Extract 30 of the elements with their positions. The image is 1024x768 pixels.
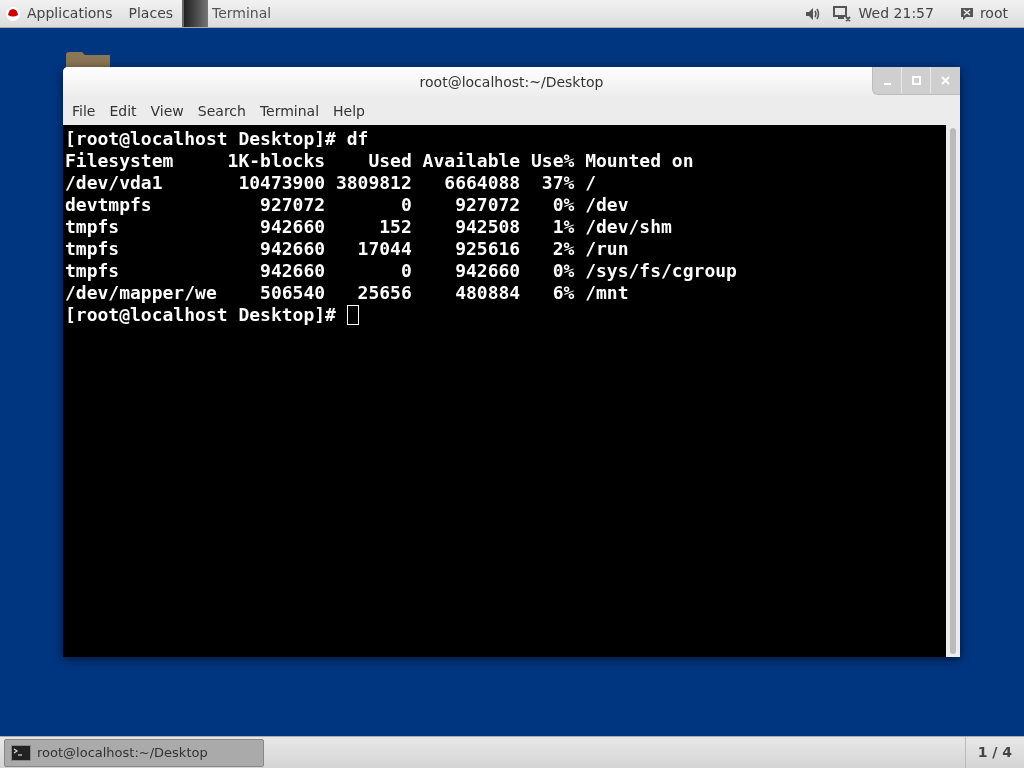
terminal-line: /dev/vda1 10473900 3809812 6664088 37% / xyxy=(65,172,596,194)
user-name[interactable]: root xyxy=(979,3,1008,24)
user-icon xyxy=(959,6,974,21)
menu-item[interactable]: Edit xyxy=(102,101,144,122)
top-menu[interactable]: Places xyxy=(128,3,174,24)
text-cursor xyxy=(346,305,359,325)
menu-item[interactable]: Help xyxy=(326,101,372,122)
clock[interactable]: Wed 21:57 xyxy=(858,3,934,24)
close-icon xyxy=(941,76,950,85)
terminal-line: devtmpfs 927072 0 927072 0% /dev xyxy=(65,194,629,216)
terminal-line: [root@localhost Desktop]# xyxy=(65,304,337,326)
menu-item[interactable]: View xyxy=(143,101,191,122)
terminal-line: tmpfs 942660 17044 925616 2% /run xyxy=(65,238,629,260)
menu-item[interactable]: File xyxy=(65,101,103,122)
menu-item[interactable]: Search xyxy=(190,101,253,122)
menu-item[interactable]: Terminal xyxy=(252,101,327,122)
scrollbar[interactable] xyxy=(946,125,960,657)
terminal-line: [root@localhost Desktop]# df xyxy=(65,128,369,150)
workspace-indicator[interactable]: 1 / 4 xyxy=(964,737,1024,768)
hat-logo-icon xyxy=(6,6,20,21)
terminal-line: /dev/mapper/we 506540 25656 480884 6% /mnt xyxy=(65,282,629,304)
terminal-line: Filesystem 1K-blocks Used Available Use% Mounted on xyxy=(65,150,694,172)
top-menu[interactable]: Applications xyxy=(27,3,113,24)
terminal-line: tmpfs 942660 152 942508 1% /dev/shm xyxy=(65,216,672,238)
network-icon xyxy=(832,5,851,22)
terminal-line: tmpfs 942660 0 942660 0% /sys/fs/cgroup xyxy=(65,260,737,282)
window-title: root@localhost:~/Desktop xyxy=(419,73,604,92)
taskbar-item[interactable]: root@localhost:~/Desktop xyxy=(4,738,264,767)
speaker-icon xyxy=(804,6,821,21)
active-app-button[interactable]: Terminal xyxy=(182,0,272,27)
